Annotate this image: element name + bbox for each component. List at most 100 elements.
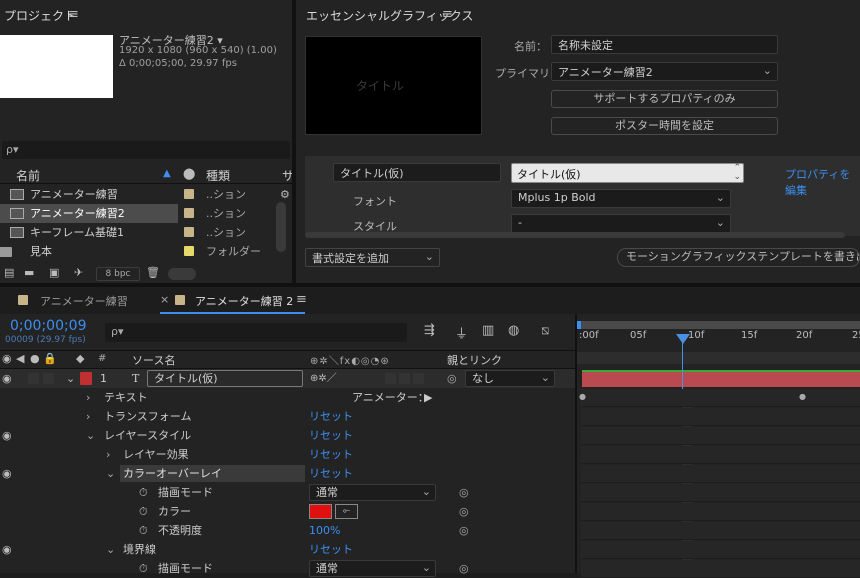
label-swatch[interactable]	[184, 189, 194, 199]
tab-animator-practice[interactable]: アニメーター練習	[40, 293, 128, 309]
play-circle-icon[interactable]: ▶	[424, 388, 432, 407]
label-tag-icon[interactable]: ⬤	[183, 167, 195, 180]
chevron-right-icon[interactable]: ›	[106, 445, 110, 464]
chevron-down-icon[interactable]: ⌄	[106, 540, 115, 559]
project-item[interactable]: キーフレーム基礎1 ..ション	[0, 223, 290, 242]
project-scrollbar[interactable]	[276, 202, 286, 252]
chevron-down-icon[interactable]: ⌄	[86, 426, 95, 445]
keyframe-marker[interactable]: ●	[579, 392, 586, 401]
col-parent-link[interactable]: 親とリンク	[447, 352, 502, 368]
supported-props-button[interactable]: サポートするプロパティのみ	[551, 90, 778, 108]
audio-switch-icon[interactable]: ◀	[16, 352, 24, 365]
property-row-stroke-blend-mode[interactable]: ⏱ 描画モード 通常 ⌄ ◎	[0, 559, 575, 578]
col-name-header[interactable]: 名前	[16, 167, 40, 184]
export-template-button[interactable]: モーショングラフィックステンプレートを書き出し...	[617, 248, 860, 267]
eye-icon[interactable]: ◉	[2, 369, 12, 388]
layer-label-swatch[interactable]	[80, 372, 92, 385]
primary-select[interactable]: アニメーター練習2 ⌄	[551, 62, 778, 81]
reset-link[interactable]: リセット	[309, 445, 353, 464]
chevron-right-icon[interactable]: ›	[86, 407, 90, 426]
poster-time-button[interactable]: ポスター時間を設定	[551, 117, 778, 135]
comp-mini-flowchart-icon[interactable]: ⇶	[424, 323, 435, 338]
property-row-color[interactable]: ⏱ カラー ⟜ ◎	[0, 502, 575, 521]
interpret-footage-icon[interactable]: ▤	[4, 266, 14, 279]
close-icon[interactable]: ×	[160, 293, 169, 306]
layer-row[interactable]: ◉ ⌄ 1 T タイトル(仮) ⊕✲／ ◎ なし ⌄	[0, 369, 575, 388]
font-select[interactable]: Mplus 1p Bold ⌄	[511, 189, 731, 208]
reset-link[interactable]: リセット	[309, 426, 353, 445]
eye-icon[interactable]: ◉	[2, 464, 12, 483]
project-search-input[interactable]: ρ▾	[2, 141, 290, 159]
new-folder-icon[interactable]: ▬	[24, 266, 34, 279]
stopwatch-icon[interactable]: ⏱	[139, 521, 148, 540]
expression-icon[interactable]: ◎	[459, 521, 469, 540]
expression-icon[interactable]: ◎	[459, 483, 469, 502]
timeline-divider[interactable]	[575, 314, 577, 573]
playhead-handle[interactable]	[676, 334, 690, 344]
chevron-down-icon[interactable]: ⌄	[66, 369, 75, 388]
opacity-value[interactable]: 100%	[309, 521, 340, 540]
egfx-menu-icon[interactable]: ≡	[442, 7, 453, 22]
eye-icon[interactable]: ◉	[2, 540, 12, 559]
new-comp-icon[interactable]: ▣	[49, 266, 59, 279]
project-item[interactable]: アニメーター練習 ..ション ⚙	[0, 185, 290, 204]
pickwhip-icon[interactable]: ◎	[447, 369, 457, 388]
bpc-button[interactable]: 8 bpc	[96, 267, 140, 281]
motion-blur-icon[interactable]: ◍	[508, 323, 519, 338]
timeline-search-input[interactable]: ρ▾	[105, 323, 407, 342]
layer-name-field[interactable]: タイトル(仮)	[147, 370, 303, 387]
project-slider[interactable]	[168, 268, 196, 280]
project-item[interactable]: 見本 フォルダー	[0, 242, 290, 261]
solo-box[interactable]	[28, 373, 39, 384]
property-row-color-overlay[interactable]: ◉ ⌄ カラーオーバーレイ リセット	[0, 464, 575, 483]
render-queue-icon[interactable]: ✈	[74, 266, 83, 279]
switch-box[interactable]	[399, 373, 410, 384]
style-select[interactable]: - ⌄	[511, 214, 731, 233]
current-timecode[interactable]: 0;00;00;09	[10, 318, 87, 334]
animator-menu[interactable]: アニメーター：	[352, 388, 429, 407]
col-source-name[interactable]: ソース名	[132, 352, 175, 368]
reset-link[interactable]: リセット	[309, 540, 353, 559]
frame-blending-icon[interactable]: ▥	[482, 323, 494, 338]
label-swatch[interactable]	[184, 246, 194, 256]
trash-icon[interactable]: 🗑	[146, 266, 160, 279]
time-ruler[interactable]	[577, 314, 860, 364]
chevron-right-icon[interactable]: ›	[86, 388, 90, 407]
solo-icon[interactable]: ●	[30, 352, 40, 365]
color-swatch[interactable]	[309, 504, 332, 519]
property-row-opacity[interactable]: ⏱ 不透明度 100% ◎	[0, 521, 575, 540]
project-menu-icon[interactable]: ≡	[68, 7, 79, 22]
property-name-field[interactable]: タイトル(仮)	[333, 163, 501, 182]
property-row-layer-style[interactable]: ◉ ⌄ レイヤースタイル リセット	[0, 426, 575, 445]
property-row-layer-effects[interactable]: › レイヤー効果 リセット	[0, 445, 575, 464]
add-format-select[interactable]: 書式設定を追加 ⌄	[305, 248, 440, 267]
label-tag-icon[interactable]: ◆	[76, 352, 84, 365]
reset-link[interactable]: リセット	[309, 407, 353, 426]
chevron-down-icon[interactable]: ⌄	[106, 464, 115, 483]
work-area-bar[interactable]	[577, 321, 860, 329]
graph-editor-icon[interactable]: ⧅	[541, 323, 549, 338]
keyframe-marker[interactable]: ●	[799, 392, 806, 401]
parent-select[interactable]: なし ⌄	[465, 370, 555, 387]
blend-mode-select[interactable]: 通常 ⌄	[309, 484, 436, 501]
stopwatch-icon[interactable]: ⏱	[139, 483, 148, 502]
layer-bar[interactable]	[582, 370, 860, 387]
property-row-transform[interactable]: › トランスフォーム リセット	[0, 407, 575, 426]
property-value-field[interactable]: タイトル(仮) ⌃ ⌄	[511, 163, 744, 183]
eye-icon[interactable]: ◉	[2, 426, 12, 445]
stepper-icon[interactable]: ⌃ ⌄	[733, 164, 741, 182]
property-row-blend-mode[interactable]: ⏱ 描画モード 通常 ⌄ ◎	[0, 483, 575, 502]
sort-up-icon[interactable]: ▲	[163, 168, 171, 179]
switch-box[interactable]	[413, 373, 424, 384]
edit-properties-link[interactable]: プロパティを編集	[785, 166, 860, 198]
video-switch-icon[interactable]: ◉	[2, 352, 12, 365]
name-field[interactable]: 名称未設定	[551, 35, 778, 54]
egfx-hscrollbar[interactable]	[305, 232, 845, 238]
draft-3d-icon[interactable]: ⏚	[455, 323, 468, 342]
timeline-menu-icon[interactable]: ≡	[296, 292, 307, 307]
col-type-header[interactable]: 種類	[206, 167, 230, 184]
property-row-stroke[interactable]: ◉ ⌄ 境界線 リセット	[0, 540, 575, 559]
property-row-text[interactable]: › テキスト アニメーター： ▶	[0, 388, 575, 407]
reset-link[interactable]: リセット	[309, 464, 353, 483]
project-item[interactable]: アニメーター練習2 ..ション	[0, 204, 290, 223]
